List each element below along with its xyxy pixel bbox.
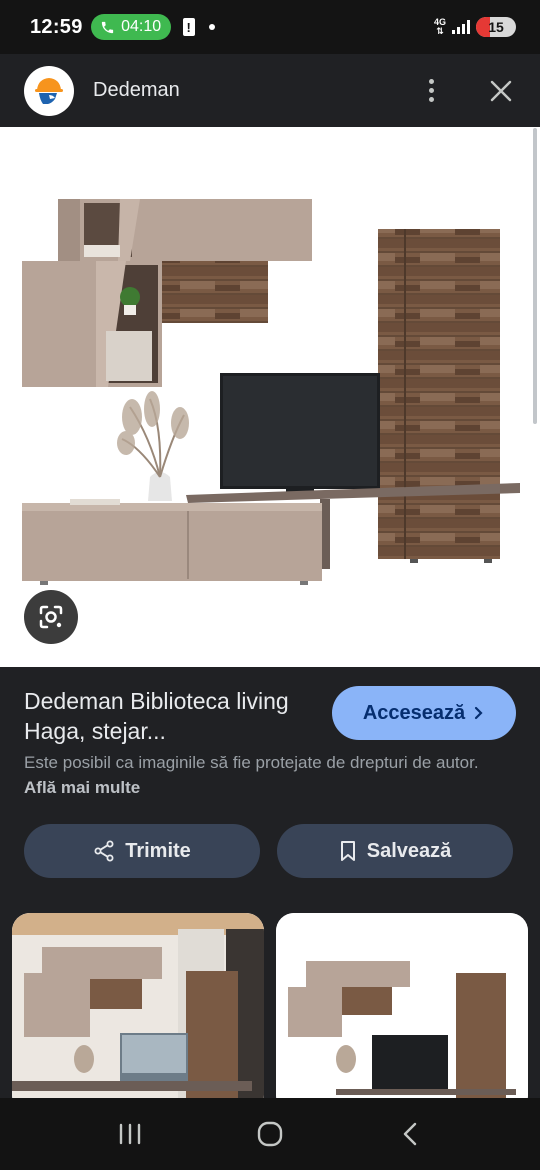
related-image[interactable]: [276, 913, 528, 1113]
battery-icon: 15: [476, 17, 516, 37]
signal-icon: [452, 20, 470, 34]
battery-level: 15: [488, 19, 504, 35]
alert-icon: !: [182, 18, 195, 36]
call-duration: 04:10: [121, 18, 162, 35]
save-button[interactable]: Salvează: [277, 824, 513, 878]
visit-button[interactable]: Accesează: [332, 686, 516, 740]
site-name: Dedeman: [93, 79, 180, 101]
more-vert-icon[interactable]: [416, 76, 446, 106]
lens-button[interactable]: [24, 590, 78, 644]
phone-icon: [102, 21, 114, 33]
status-bar: 12:59 04:10 ! 4G ⇅ 15: [0, 0, 540, 54]
product-image[interactable]: [0, 127, 540, 667]
save-label: Salvează: [366, 839, 452, 862]
scrollbar[interactable]: [533, 128, 537, 424]
bookmark-icon: [340, 841, 355, 861]
dedeman-logo-icon: [24, 65, 74, 116]
status-time: 12:59: [30, 15, 83, 38]
learn-more-link[interactable]: Află mai multe: [24, 778, 140, 797]
share-icon: [94, 840, 114, 862]
notification-dot-icon: [208, 24, 215, 30]
network-type: 4G ⇅: [433, 17, 446, 36]
chevron-right-icon: [475, 706, 483, 720]
close-icon[interactable]: [486, 76, 516, 106]
ongoing-call-pill[interactable]: 04:10: [90, 14, 171, 40]
system-nav-bar: [0, 1098, 540, 1170]
result-title[interactable]: Dedeman Biblioteca living Haga, stejar..…: [24, 686, 324, 746]
share-button[interactable]: Trimite: [24, 824, 260, 878]
app-header: Dedeman: [0, 54, 540, 127]
share-label: Trimite: [125, 839, 191, 862]
lens-icon: [39, 605, 63, 629]
home-icon[interactable]: [245, 1114, 295, 1154]
related-image[interactable]: [12, 913, 264, 1113]
back-icon[interactable]: [385, 1114, 435, 1154]
copyright-notice: Este posibil ca imaginile să fie proteja…: [24, 753, 479, 797]
recents-icon[interactable]: [105, 1114, 155, 1154]
visit-label: Accesează: [362, 701, 466, 724]
